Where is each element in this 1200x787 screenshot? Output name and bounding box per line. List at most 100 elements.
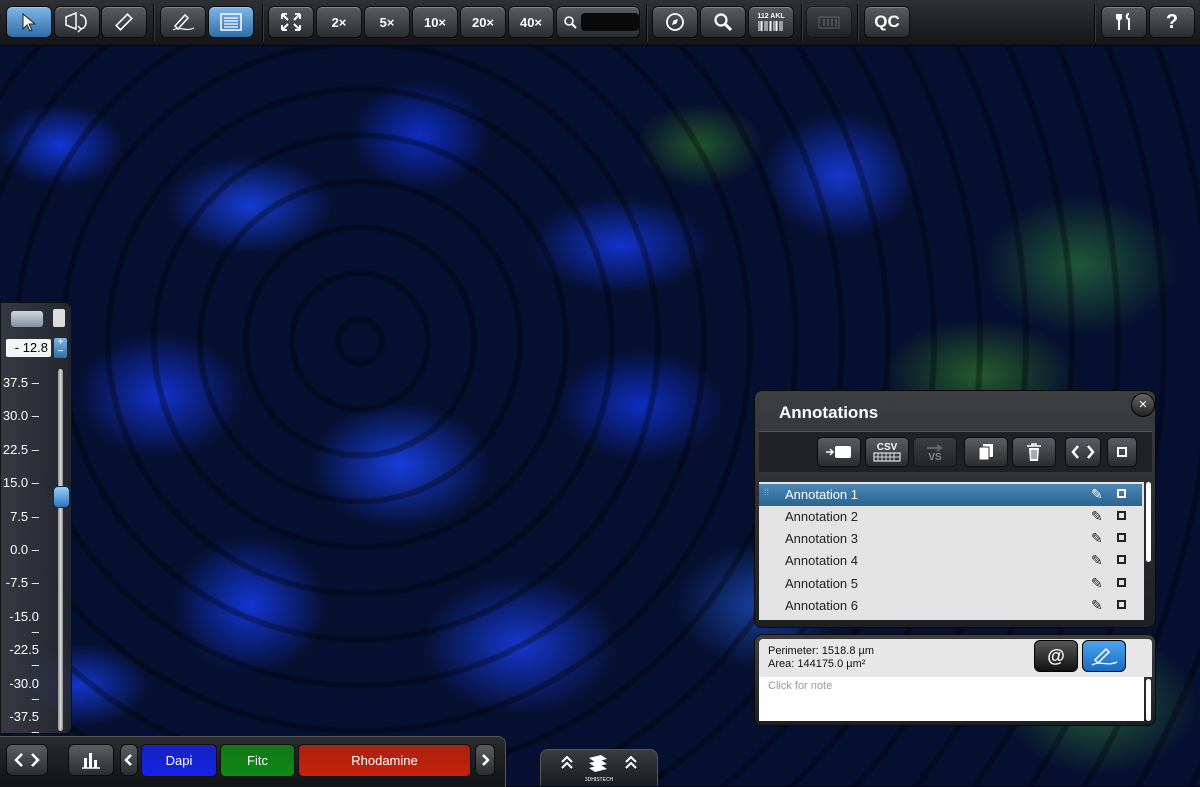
rotate-flip-button[interactable]: [54, 6, 100, 38]
channel-rhodamine-button[interactable]: Rhodamine: [298, 744, 471, 777]
slide-tray-button[interactable]: [806, 6, 852, 38]
note-placeholder: Click for note: [768, 680, 833, 692]
prev-next-slide-button[interactable]: [6, 744, 48, 776]
annotations-title: Annotations: [779, 403, 879, 422]
scale-tick: -22.5 –: [9, 642, 39, 672]
zoom-input[interactable]: [581, 13, 639, 31]
annotation-label: Annotation 4: [785, 553, 859, 568]
annotation-draw-button[interactable]: [160, 6, 206, 38]
annotations-panel-button[interactable]: [208, 6, 254, 38]
prev-next-annotation-button[interactable]: [1065, 437, 1101, 467]
pencil-icon[interactable]: ✎: [1091, 552, 1103, 569]
list-panel-icon: [220, 13, 242, 31]
close-button[interactable]: ×: [1131, 393, 1155, 417]
chevron-left-right-icon: [1071, 445, 1095, 459]
list-item[interactable]: Annotation 6 ✎: [759, 595, 1142, 617]
pencil-icon[interactable]: ✎: [1091, 530, 1103, 547]
copy-icon: [978, 444, 993, 461]
draw-style-button[interactable]: [1082, 640, 1126, 672]
help-button[interactable]: ?: [1149, 6, 1195, 38]
list-item[interactable]: Annotation 4 ✎: [759, 550, 1142, 572]
qc-button[interactable]: QC: [864, 6, 910, 38]
zoom-20x-button[interactable]: 20×: [460, 6, 506, 38]
annotation-label: Annotation 5: [785, 576, 859, 591]
list-item[interactable]: Annotation 2 ✎: [759, 506, 1142, 528]
pen-draw-icon: [1091, 647, 1118, 666]
toolbar-separator: [1094, 4, 1095, 41]
annotation-label: Annotation 6: [785, 598, 859, 613]
scale-tick: -30.0 –: [9, 676, 39, 706]
scale-tick: 7.5 –: [10, 509, 39, 524]
ruler-tool-button[interactable]: [101, 6, 147, 38]
pencil-icon[interactable]: ✎: [1091, 575, 1103, 592]
focus-stepper-icon[interactable]: + −: [54, 338, 67, 358]
square-icon[interactable]: [1117, 578, 1126, 587]
document-icon[interactable]: [53, 309, 65, 327]
wrench-icon: [1116, 13, 1130, 30]
cursor-arrow-icon: [22, 12, 37, 32]
note-scrollbar[interactable]: [1146, 679, 1151, 721]
list-scrollbar[interactable]: [1146, 482, 1151, 562]
square-icon[interactable]: [1117, 555, 1126, 564]
channel-dapi-button[interactable]: Dapi: [141, 744, 217, 777]
focus-slider-thumb[interactable]: [53, 486, 70, 508]
list-item[interactable]: ⁞⁞ Annotation 1 ✎: [759, 484, 1142, 506]
pen-draw-icon: [172, 13, 195, 31]
pencil-icon[interactable]: ✎: [1091, 508, 1103, 525]
focus-value-field[interactable]: - 12.8: [6, 339, 51, 357]
histogram-button[interactable]: [68, 744, 114, 776]
square-icon[interactable]: [1117, 489, 1126, 498]
annotation-details-panel: Perimeter: 1518.8 µm Area: 144175.0 µm² …: [754, 634, 1156, 726]
import-button[interactable]: [817, 437, 861, 467]
zoom-2x-button[interactable]: 2×: [316, 6, 362, 38]
scale-tick: -37.5 –: [9, 709, 39, 739]
note-field[interactable]: Click for note: [759, 677, 1144, 721]
barcode-label: 112 AKL: [757, 13, 785, 20]
focus-slider-track[interactable]: [58, 369, 63, 731]
navigator-button[interactable]: [652, 6, 698, 38]
zoom-5x-button[interactable]: 5×: [364, 6, 410, 38]
scale-tick: 22.5 –: [2, 442, 39, 457]
list-item[interactable]: Annotation 3 ✎: [759, 528, 1142, 550]
list-item[interactable]: Annotation 5 ✎: [759, 573, 1142, 595]
delete-button[interactable]: [1012, 437, 1056, 467]
double-chevron-up-icon: [561, 755, 637, 772]
tools-button[interactable]: [1101, 6, 1147, 38]
square-icon[interactable]: [1117, 511, 1126, 520]
pointer-tool-button[interactable]: [6, 6, 52, 38]
annotation-label: Annotation 2: [785, 509, 859, 524]
custom-zoom-control[interactable]: [556, 6, 640, 38]
fit-to-screen-button[interactable]: [268, 6, 314, 38]
pencil-icon[interactable]: ✎: [1091, 486, 1103, 503]
export-csv-button[interactable]: CSV: [865, 437, 909, 467]
zoom-10x-button[interactable]: 10×: [412, 6, 458, 38]
brand-label: 3DHISTECH: [584, 777, 614, 783]
export-vs-button[interactable]: VS: [913, 437, 957, 467]
scale-tick: 0.0 –: [10, 542, 39, 557]
scale-tick: 30.0 –: [2, 408, 39, 423]
channel-fitc-button[interactable]: Fitc: [220, 744, 295, 777]
scale-tick: -7.5 –: [5, 575, 39, 590]
table-icon: [873, 452, 901, 461]
expand-panel-tab[interactable]: 3DHISTECH: [540, 749, 658, 786]
ruler-icon: [115, 13, 133, 31]
zoom-40x-button[interactable]: 40×: [508, 6, 554, 38]
chevron-right-icon: [482, 754, 490, 766]
slide-label-button[interactable]: 112 AKL: [748, 6, 794, 38]
annotation-label: Annotation 3: [785, 531, 859, 546]
focus-toggle-icon[interactable]: [11, 311, 43, 327]
link-button[interactable]: @: [1034, 640, 1078, 672]
square-icon[interactable]: [1117, 533, 1126, 542]
main-toolbar: 2× 5× 10× 20× 40× 112 AKL QC ?: [0, 0, 1200, 46]
compass-icon: [666, 13, 684, 31]
magnifier-button[interactable]: [700, 6, 746, 38]
toolbar-separator: [857, 4, 858, 41]
drag-handle-icon[interactable]: ⁞⁞: [764, 487, 769, 497]
channel-scroll-left-button[interactable]: [120, 744, 138, 776]
square-icon[interactable]: [1117, 600, 1126, 609]
pencil-icon[interactable]: ✎: [1091, 597, 1103, 614]
magnifier-icon: [564, 16, 577, 29]
copy-button[interactable]: [964, 437, 1008, 467]
channel-scroll-right-button[interactable]: [475, 744, 495, 776]
toggle-visibility-button[interactable]: [1107, 437, 1137, 467]
